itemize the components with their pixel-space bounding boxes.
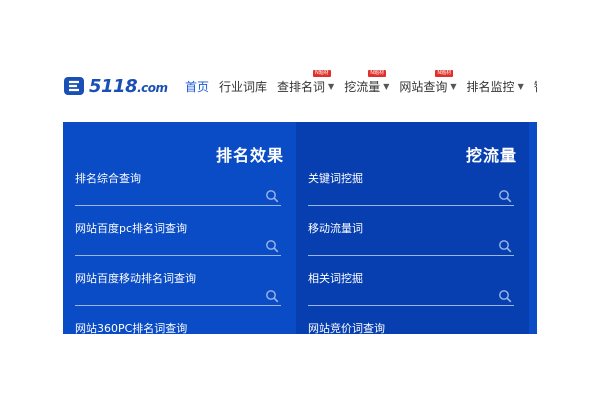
new-badge: N题材 bbox=[435, 70, 454, 77]
top-header: 5118.com 首页 行业词库 查排名词 ▼ N题材 挖流量 ▼ N题材 网站… bbox=[63, 62, 537, 110]
input-underline[interactable] bbox=[75, 305, 281, 306]
dropdown-panels: 排名效果 排名综合查询 网站百度pc排名词查询 网站百度移动排名词查询 网站36… bbox=[63, 122, 537, 334]
query-item[interactable]: 网站百度移动排名词查询 bbox=[75, 270, 281, 320]
chevron-down-icon: ▼ bbox=[383, 81, 390, 91]
nav-item-label: 挖流量 bbox=[344, 79, 381, 94]
query-item[interactable]: 网站竞价词查询 bbox=[308, 320, 514, 334]
query-label: 网站360PC排名词查询 bbox=[75, 322, 188, 334]
nav-item-traffic[interactable]: 挖流量 ▼ N题材 bbox=[344, 62, 389, 110]
input-underline[interactable] bbox=[308, 305, 514, 306]
query-list: 排名综合查询 网站百度pc排名词查询 网站百度移动排名词查询 网站360PC排名… bbox=[75, 170, 281, 334]
logo-text: 5118.com bbox=[89, 75, 168, 97]
nav-item-label: 排名监控 bbox=[466, 79, 515, 94]
panel-title: 排名效果 bbox=[215, 146, 284, 165]
query-label: 网站竞价词查询 bbox=[308, 322, 385, 334]
query-label: 网站百度移动排名词查询 bbox=[75, 272, 196, 285]
traffic-panel: 挖流量 关键词挖掘 移动流量词 相关词挖掘 网站竞价词查询 bbox=[296, 122, 529, 334]
new-badge: N题材 bbox=[313, 70, 331, 77]
nav-item-site-query[interactable]: 网站查询 ▼ N题材 bbox=[399, 62, 457, 110]
nav-item-label: 首页 bbox=[185, 79, 210, 94]
logo-mark-icon bbox=[64, 77, 84, 95]
nav-item-smart[interactable]: 智能 bbox=[534, 62, 537, 110]
nav-item-rank-monitor[interactable]: 排名监控 ▼ bbox=[467, 62, 524, 110]
input-underline[interactable] bbox=[308, 205, 514, 206]
query-label: 关键词挖掘 bbox=[308, 172, 363, 185]
query-list: 关键词挖掘 移动流量词 相关词挖掘 网站竞价词查询 bbox=[308, 170, 514, 334]
query-item[interactable]: 移动流量词 bbox=[308, 220, 514, 270]
query-label: 排名综合查询 bbox=[75, 172, 141, 185]
new-badge: N题材 bbox=[368, 70, 386, 77]
query-label: 移动流量词 bbox=[308, 222, 363, 235]
search-icon[interactable] bbox=[498, 289, 512, 303]
nav-item-label: 行业词库 bbox=[219, 79, 268, 94]
panel-title: 挖流量 bbox=[465, 146, 517, 165]
next-panel-edge bbox=[529, 122, 537, 334]
query-label: 网站百度pc排名词查询 bbox=[75, 222, 188, 235]
query-item[interactable]: 排名综合查询 bbox=[75, 170, 281, 220]
nav-item-home[interactable]: 首页 bbox=[185, 62, 209, 110]
search-icon[interactable] bbox=[498, 189, 512, 203]
search-icon[interactable] bbox=[265, 289, 279, 303]
search-icon[interactable] bbox=[265, 239, 279, 253]
chevron-down-icon: ▼ bbox=[328, 81, 335, 91]
query-label: 相关词挖掘 bbox=[308, 272, 363, 285]
page-frame: 5118.com 首页 行业词库 查排名词 ▼ N题材 挖流量 ▼ N题材 网站… bbox=[63, 62, 537, 334]
query-item[interactable]: 相关词挖掘 bbox=[308, 270, 514, 320]
nav-item-label: 网站查询 bbox=[399, 79, 448, 94]
nav-item-rank-words[interactable]: 查排名词 ▼ N题材 bbox=[277, 62, 334, 110]
chevron-down-icon: ▼ bbox=[517, 81, 524, 91]
input-underline[interactable] bbox=[75, 255, 281, 256]
main-nav: 首页 行业词库 查排名词 ▼ N题材 挖流量 ▼ N题材 网站查询 ▼ N题材 … bbox=[185, 62, 537, 110]
site-logo[interactable]: 5118.com bbox=[63, 73, 168, 99]
input-underline[interactable] bbox=[308, 255, 514, 256]
input-underline[interactable] bbox=[75, 205, 281, 206]
nav-item-label: 查排名词 bbox=[277, 79, 326, 94]
query-item[interactable]: 网站360PC排名词查询 bbox=[75, 320, 281, 334]
rank-effect-panel: 排名效果 排名综合查询 网站百度pc排名词查询 网站百度移动排名词查询 网站36… bbox=[63, 122, 296, 334]
query-item[interactable]: 网站百度pc排名词查询 bbox=[75, 220, 281, 270]
nav-item-industry-lexicon[interactable]: 行业词库 bbox=[219, 62, 267, 110]
search-icon[interactable] bbox=[498, 239, 512, 253]
nav-item-label: 智能 bbox=[534, 78, 537, 95]
search-icon[interactable] bbox=[265, 189, 279, 203]
query-item[interactable]: 关键词挖掘 bbox=[308, 170, 514, 220]
chevron-down-icon: ▼ bbox=[450, 81, 457, 91]
